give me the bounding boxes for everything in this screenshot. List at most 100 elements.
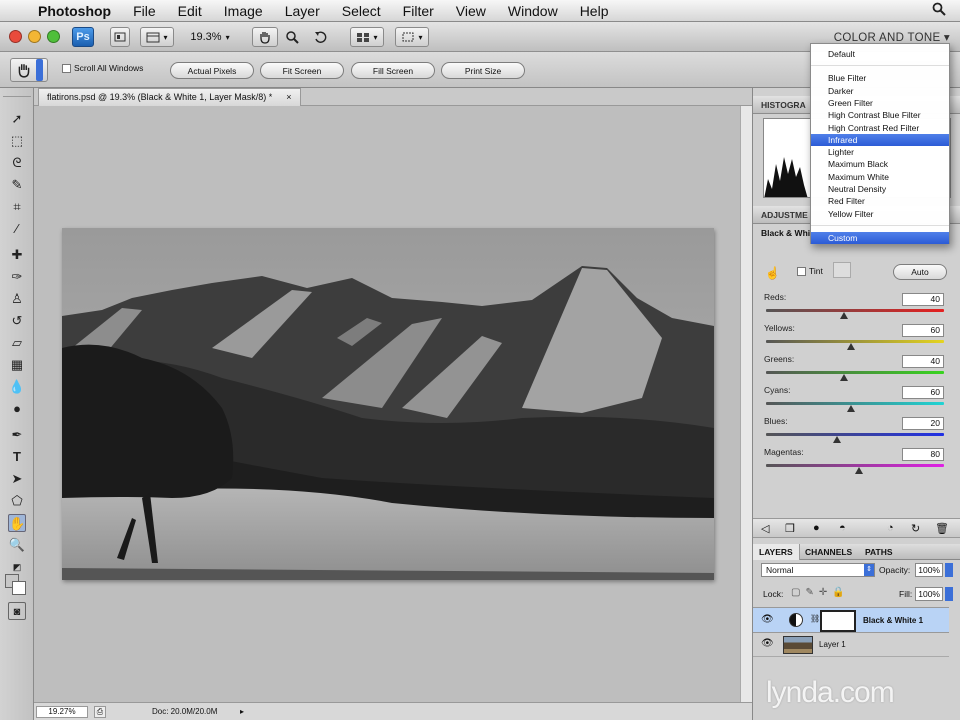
checkbox-box[interactable] bbox=[797, 267, 806, 277]
layer-row-black-white[interactable]: 👁 ⛓ Black & White 1 bbox=[753, 607, 949, 633]
launch-bridge-button[interactable] bbox=[110, 27, 130, 47]
clone-stamp-tool-icon[interactable]: ♙ bbox=[8, 290, 26, 308]
previous-state-icon[interactable]: ◔ bbox=[887, 522, 894, 534]
type-tool-icon[interactable]: T bbox=[8, 448, 26, 466]
tab-paths[interactable]: PATHS bbox=[865, 544, 893, 560]
status-preview-icon[interactable]: ⎙ bbox=[94, 706, 106, 718]
tab-layers[interactable]: LAYERS bbox=[753, 544, 800, 560]
layer-mask-thumbnail[interactable] bbox=[820, 610, 856, 632]
menu-filter[interactable]: Filter bbox=[392, 3, 445, 19]
zoom-tool-icon[interactable]: 🔍 bbox=[8, 536, 26, 554]
menu-edit[interactable]: Edit bbox=[167, 3, 213, 19]
marquee-tool-icon[interactable]: ⬚ bbox=[8, 132, 26, 150]
layer-row-layer-1[interactable]: 👁 Layer 1 bbox=[753, 633, 949, 657]
preset-menu-item[interactable]: Default bbox=[811, 48, 949, 60]
path-selection-tool-icon[interactable]: ➤ bbox=[8, 470, 26, 488]
actual-pixels-button[interactable]: Actual Pixels bbox=[170, 62, 254, 79]
spotlight-search-icon[interactable] bbox=[932, 2, 946, 19]
preset-menu-item[interactable]: Blue Filter bbox=[811, 72, 949, 84]
link-icon[interactable]: ⛓ bbox=[810, 614, 820, 623]
eraser-tool-icon[interactable]: ▱ bbox=[8, 334, 26, 352]
menu-app-name[interactable]: Photoshop bbox=[36, 3, 122, 19]
close-window-button[interactable] bbox=[9, 30, 22, 43]
zoom-level-select[interactable]: 19.3% ▾ bbox=[183, 27, 237, 47]
eye-icon[interactable]: 👁 bbox=[761, 638, 774, 649]
close-icon[interactable]: × bbox=[286, 92, 291, 102]
preset-menu-item[interactable]: Darker bbox=[811, 85, 949, 97]
zoom-window-button[interactable] bbox=[47, 30, 60, 43]
background-color-swatch[interactable] bbox=[12, 581, 26, 595]
crop-tool-icon[interactable]: ⌗ bbox=[8, 198, 26, 216]
clip-to-layer-icon[interactable]: ● bbox=[813, 522, 820, 534]
slider-thumb[interactable] bbox=[854, 467, 863, 474]
slider-value-field[interactable]: 40 bbox=[902, 355, 944, 368]
slider-value-field[interactable]: 80 bbox=[902, 448, 944, 461]
slider-value-field[interactable]: 20 bbox=[902, 417, 944, 430]
menu-help[interactable]: Help bbox=[569, 3, 620, 19]
preset-menu-item[interactable]: High Contrast Red Filter bbox=[811, 122, 949, 134]
slider-track[interactable] bbox=[766, 309, 944, 312]
gradient-tool-icon[interactable]: ▦ bbox=[8, 356, 26, 374]
menu-image[interactable]: Image bbox=[213, 3, 274, 19]
preset-menu-item[interactable]: Maximum Black bbox=[811, 158, 949, 170]
reset-icon[interactable]: ↻ bbox=[911, 522, 920, 535]
slider-thumb[interactable] bbox=[847, 405, 856, 412]
visibility-icon[interactable]: ◓ bbox=[839, 522, 846, 534]
menu-select[interactable]: Select bbox=[331, 3, 392, 19]
healing-brush-tool-icon[interactable]: ✚ bbox=[8, 246, 26, 264]
lasso-tool-icon[interactable]: ᘓ bbox=[8, 154, 26, 172]
document-tab[interactable]: flatirons.psd @ 19.3% (Black & White 1, … bbox=[38, 88, 301, 106]
tint-color-swatch[interactable] bbox=[833, 262, 851, 278]
targeted-adjustment-icon[interactable]: ☝ bbox=[765, 266, 780, 280]
menu-file[interactable]: File bbox=[122, 3, 167, 19]
preset-menu-item[interactable]: Red Filter bbox=[811, 195, 949, 207]
slider-thumb[interactable] bbox=[840, 312, 849, 319]
slider-thumb[interactable] bbox=[840, 374, 849, 381]
screen-mode-button[interactable]: ▾ bbox=[395, 27, 429, 47]
slider-thumb[interactable] bbox=[833, 436, 842, 443]
hand-tool-icon[interactable]: ✋ bbox=[8, 514, 26, 532]
delete-icon[interactable]: 🗑 bbox=[935, 522, 949, 535]
opacity-field[interactable]: 100% bbox=[915, 563, 943, 577]
quick-mask-icon[interactable]: ◙ bbox=[8, 602, 26, 620]
document-image[interactable] bbox=[62, 228, 714, 580]
vertical-scrollbar[interactable] bbox=[740, 106, 752, 702]
preset-menu-item[interactable]: Neutral Density bbox=[811, 183, 949, 195]
slider-track[interactable] bbox=[766, 433, 944, 436]
pen-tool-icon[interactable]: ✒ bbox=[8, 426, 26, 444]
slider-value-field[interactable]: 60 bbox=[902, 324, 944, 337]
print-size-button[interactable]: Print Size bbox=[441, 62, 525, 79]
expanded-view-icon[interactable]: ❒ bbox=[785, 522, 795, 535]
tab-channels[interactable]: CHANNELS bbox=[805, 544, 852, 560]
eyedropper-tool-icon[interactable]: ⁄ bbox=[8, 220, 26, 238]
return-to-list-icon[interactable]: ◁ bbox=[761, 522, 769, 535]
arrange-documents-button[interactable]: ▾ bbox=[350, 27, 384, 47]
history-brush-tool-icon[interactable]: ↺ bbox=[8, 312, 26, 330]
menu-window[interactable]: Window bbox=[497, 3, 569, 19]
preset-menu-item[interactable]: Infrared bbox=[811, 133, 949, 146]
fill-screen-button[interactable]: Fill Screen bbox=[351, 62, 435, 79]
slider-thumb[interactable] bbox=[847, 343, 856, 350]
preset-menu-item[interactable]: Custom bbox=[811, 231, 949, 244]
menu-view[interactable]: View bbox=[445, 3, 497, 19]
brush-tool-icon[interactable]: ✑ bbox=[8, 268, 26, 286]
opacity-slider-toggle[interactable] bbox=[945, 563, 953, 577]
preset-menu-item[interactable]: Yellow Filter bbox=[811, 208, 949, 220]
menu-layer[interactable]: Layer bbox=[274, 3, 331, 19]
slider-value-field[interactable]: 40 bbox=[902, 293, 944, 306]
blend-mode-select[interactable]: Normal ⇕ bbox=[761, 563, 875, 577]
auto-button[interactable]: Auto bbox=[893, 264, 947, 280]
fit-screen-button[interactable]: Fit Screen bbox=[260, 62, 344, 79]
preset-menu-item[interactable]: High Contrast Blue Filter bbox=[811, 109, 949, 121]
tool-preset-picker[interactable] bbox=[10, 58, 48, 82]
rotate-view-icon[interactable] bbox=[310, 27, 332, 47]
tint-checkbox[interactable]: Tint bbox=[797, 266, 823, 277]
preset-menu-item[interactable]: Green Filter bbox=[811, 97, 949, 109]
move-tool-icon[interactable]: ➚ bbox=[8, 110, 26, 128]
zoom-tool-icon[interactable] bbox=[282, 27, 302, 47]
hand-tool-button[interactable] bbox=[252, 27, 278, 47]
preset-menu-item[interactable]: Maximum White bbox=[811, 171, 949, 183]
workspace-switcher[interactable]: COLOR AND TONE ▾ bbox=[834, 30, 950, 44]
scroll-all-windows-checkbox[interactable]: Scroll All Windows bbox=[62, 63, 143, 74]
eye-icon[interactable]: 👁 bbox=[761, 614, 774, 625]
